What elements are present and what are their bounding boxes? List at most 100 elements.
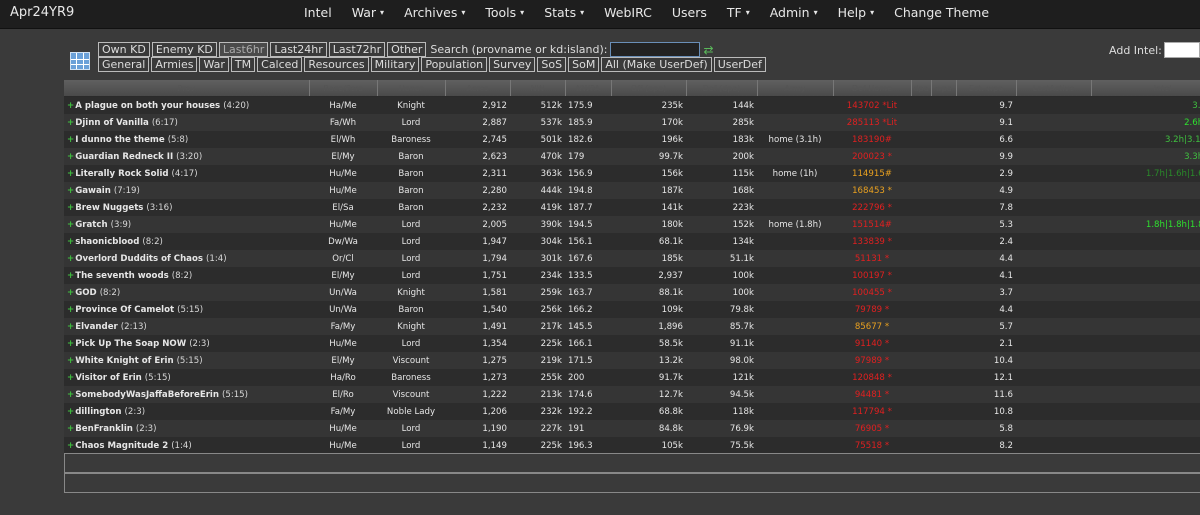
nav-item-tf[interactable]: TF ▾ [727,5,750,20]
province-name-link[interactable]: Guardian Redneck II [75,152,173,162]
nav-item-users[interactable]: Users [672,5,707,20]
view-sos-button[interactable]: SoS [537,57,567,72]
province-location[interactable]: (8:2) [142,237,163,247]
province-name-link[interactable]: GOD [75,288,97,298]
nav-item-tools[interactable]: Tools ▾ [485,5,524,20]
column-header-acres[interactable]: Acres [445,80,511,97]
nav-item-war[interactable]: War ▾ [352,5,384,20]
province-location[interactable]: (4:20) [223,101,249,111]
province-name-link[interactable]: BenFranklin [75,424,133,434]
refresh-icon[interactable]: ⇄ [704,43,714,57]
column-header-lastactive[interactable]: LastActive [1016,80,1092,97]
column-header-prov[interactable]: Prov [64,80,310,97]
province-location[interactable]: (2:3) [136,424,157,434]
filter-own-kd-button[interactable]: Own KD [98,42,150,57]
expand-plus-icon[interactable]: + [67,322,74,332]
view-survey-button[interactable]: Survey [489,57,536,72]
column-header-est-wpa[interactable]: Est. wpa [956,80,1017,97]
column-header-nwpa[interactable]: NWPA [565,80,612,97]
province-location[interactable]: (1:4) [206,254,227,264]
expand-plus-icon[interactable]: + [67,169,74,179]
province-name-link[interactable]: White Knight of Erin [75,356,173,366]
province-name-link[interactable]: I dunno the theme [75,135,164,145]
province-location[interactable]: (2:3) [125,407,146,417]
province-location[interactable]: (8:2) [172,271,193,281]
province-name-link[interactable]: Pick Up The Soap NOW [75,339,186,349]
province-location[interactable]: (3:9) [111,220,132,230]
view-military-button[interactable]: Military [370,57,420,72]
expand-plus-icon[interactable]: + [67,356,74,366]
province-location[interactable]: (5:8) [168,135,189,145]
province-location[interactable]: (5:15) [177,305,203,315]
nav-item-intel[interactable]: Intel [304,5,332,20]
province-name-link[interactable]: Visitor of Erin [75,373,142,383]
brand-label[interactable]: Apr24YR9 [10,5,74,20]
province-name-link[interactable]: Gawain [75,186,111,196]
province-name-link[interactable]: Chaos Magnitude 2 [75,441,168,451]
view-all-make-userdef-button[interactable]: All (Make UserDef) [601,57,712,72]
province-name-link[interactable]: SomebodyWasJaffaBeforeErin [75,390,219,400]
province-location[interactable]: (5:15) [177,356,203,366]
province-name-link[interactable]: Overlord Duddits of Chaos [75,254,203,264]
nav-item-help[interactable]: Help ▾ [838,5,875,20]
expand-plus-icon[interactable]: + [67,203,74,213]
view-armies-button[interactable]: Armies [151,57,198,72]
view-tm-button[interactable]: TM [230,57,256,72]
province-location[interactable]: (5:15) [145,373,171,383]
column-header-def-dpa[interactable]: Def (dpa) [686,80,758,97]
column-header-race-pers[interactable]: Race/Pers [309,80,378,97]
province-location[interactable]: (4:17) [172,169,198,179]
province-name-link[interactable]: Djinn of Vanilla [75,118,149,128]
province-name-link[interactable]: A plague on both your houses [75,101,220,111]
column-header-off-opa[interactable]: Off (opa) [611,80,687,97]
expand-plus-icon[interactable]: + [67,373,74,383]
view-userdef-button[interactable]: UserDef [713,57,766,72]
province-name-link[interactable]: Literally Rock Solid [75,169,168,179]
expand-plus-icon[interactable]: + [67,237,74,247]
filter-other-button[interactable]: Other [387,42,427,57]
province-location[interactable]: (8:2) [100,288,121,298]
province-name-link[interactable]: Elvander [75,322,118,332]
province-location[interactable]: (3:20) [176,152,202,162]
column-header-wpa[interactable]: wpa [931,80,957,97]
nav-item-admin[interactable]: Admin ▾ [770,5,818,20]
table-grid-icon[interactable] [70,52,90,70]
view-resources-button[interactable]: Resources [304,57,369,72]
column-header-dpa[interactable]: dpa [911,80,932,97]
filter-enemy-kd-button[interactable]: Enemy KD [151,42,217,57]
nav-item-change-theme[interactable]: Change Theme [894,5,989,20]
expand-plus-icon[interactable]: + [67,118,74,128]
column-header-army[interactable]: Army [757,80,834,97]
expand-plus-icon[interactable]: + [67,441,74,451]
province-name-link[interactable]: Gratch [75,220,107,230]
expand-plus-icon[interactable]: + [67,407,74,417]
view-population-button[interactable]: Population [421,57,488,72]
expand-plus-icon[interactable]: + [67,135,74,145]
expand-plus-icon[interactable]: + [67,339,74,349]
expand-plus-icon[interactable]: + [67,152,74,162]
province-name-link[interactable]: Brew Nuggets [75,203,143,213]
province-location[interactable]: (3:16) [146,203,172,213]
expand-plus-icon[interactable]: + [67,390,74,400]
province-location[interactable]: (1:4) [171,441,192,451]
add-intel-input[interactable] [1163,42,1200,58]
view-war-button[interactable]: War [199,57,229,72]
filter-last6hr-button[interactable]: Last6hr [218,42,269,57]
filter-last72hr-button[interactable]: Last72hr [328,42,386,57]
province-location[interactable]: (2:13) [121,322,147,332]
search-input[interactable] [609,42,700,57]
view-general-button[interactable]: General [98,57,150,72]
province-location[interactable]: (2:3) [189,339,210,349]
expand-plus-icon[interactable]: + [67,271,74,281]
expand-plus-icon[interactable]: + [67,186,74,196]
expand-plus-icon[interactable]: + [67,305,74,315]
province-location[interactable]: (5:15) [222,390,248,400]
expand-plus-icon[interactable]: + [67,288,74,298]
expand-plus-icon[interactable]: + [67,220,74,230]
province-name-link[interactable]: dillington [75,407,121,417]
expand-plus-icon[interactable]: + [67,101,74,111]
province-name-link[interactable]: The seventh woods [75,271,169,281]
province-name-link[interactable]: Province Of Camelot [75,305,174,315]
province-location[interactable]: (7:19) [114,186,140,196]
nav-item-archives[interactable]: Archives ▾ [404,5,465,20]
